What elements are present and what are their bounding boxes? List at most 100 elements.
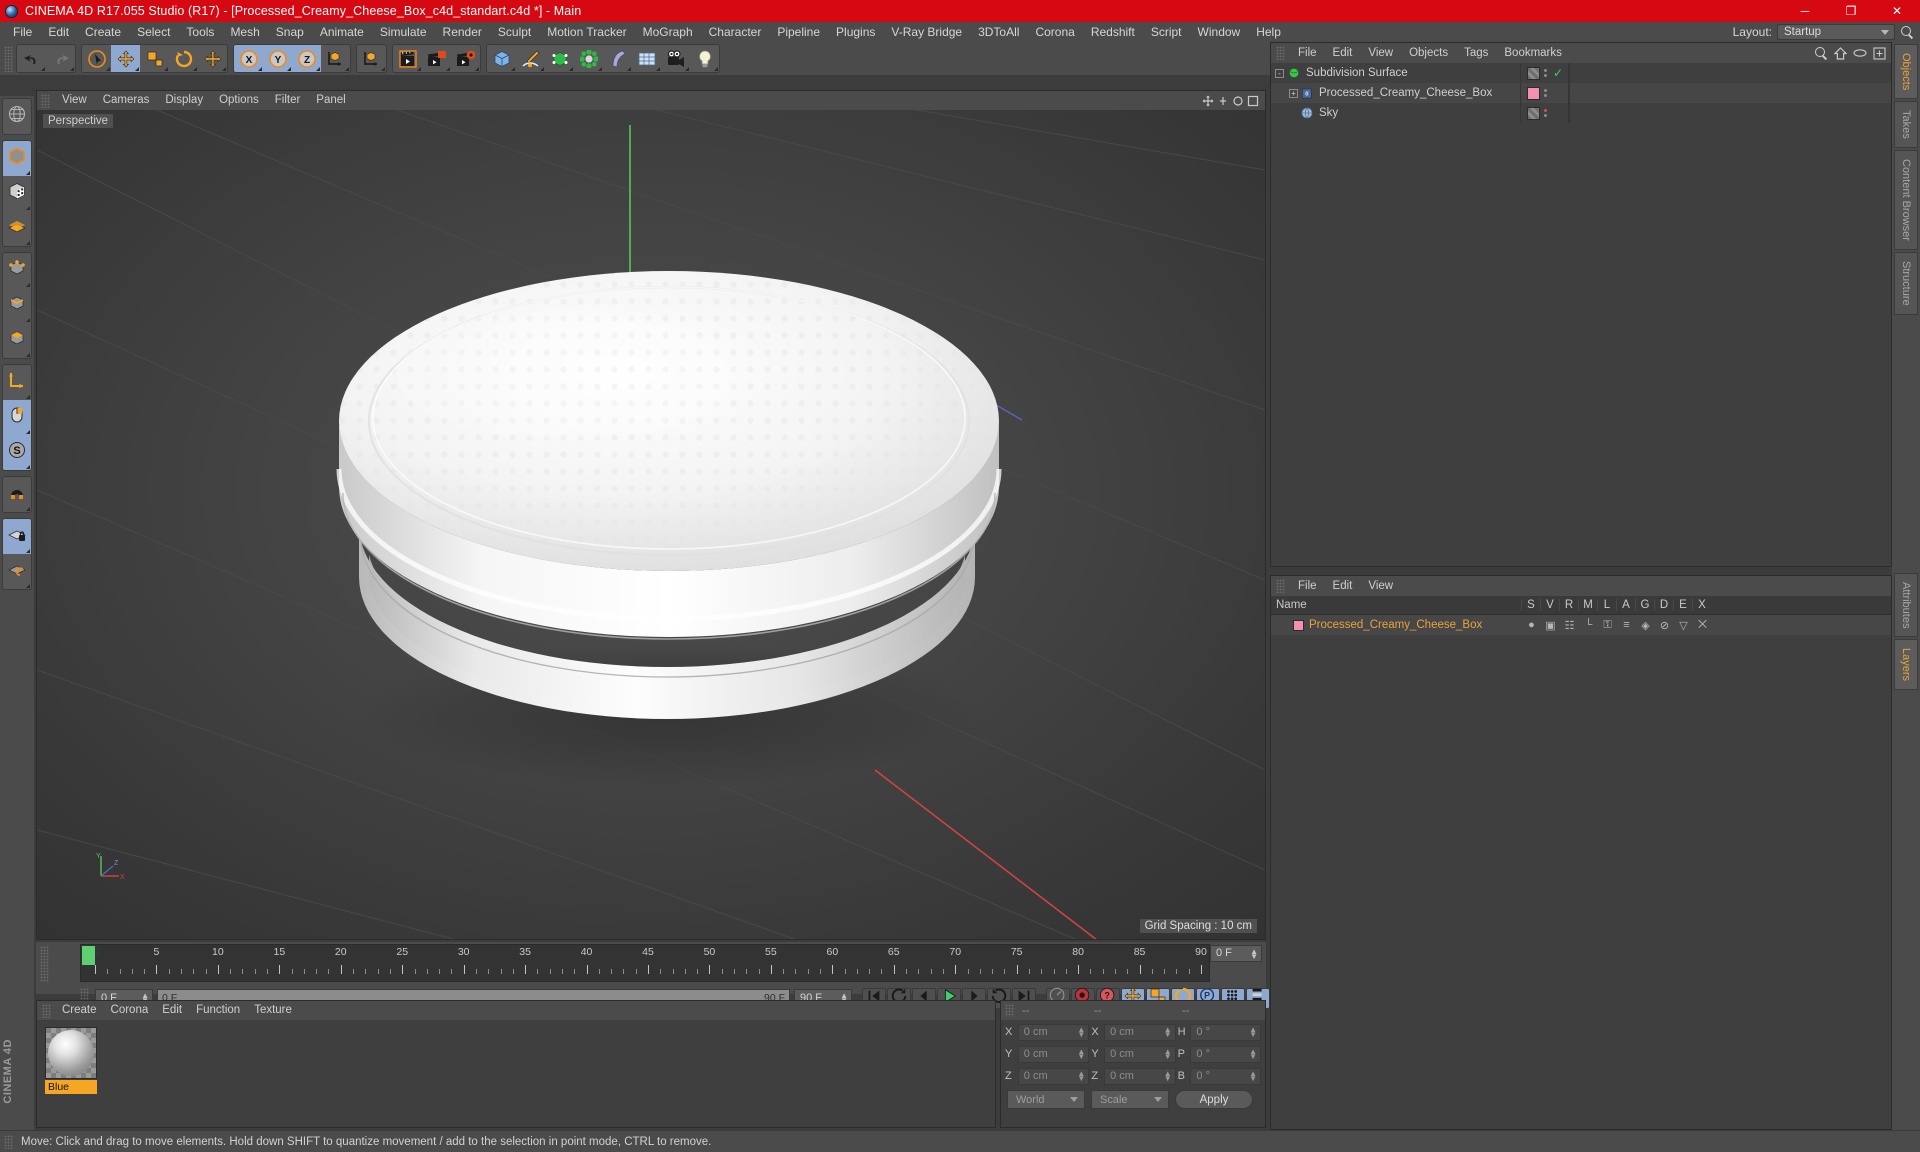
lock-icon[interactable]: ⚿ [1601, 619, 1614, 632]
layer-color-swatch[interactable] [1293, 619, 1304, 631]
viewport-menu-cameras[interactable]: Cameras [95, 91, 158, 110]
camera-button[interactable] [661, 45, 690, 72]
move-tool-button[interactable] [111, 45, 140, 72]
generator-icon[interactable]: ◈ [1639, 619, 1652, 632]
visibility-dots[interactable] [1544, 69, 1547, 77]
object-row[interactable]: +0 Processed_Creamy_Cheese_Box [1271, 83, 1891, 103]
polygon-mode-button[interactable] [3, 323, 31, 358]
object-menu-file[interactable]: File [1290, 43, 1325, 63]
menu-item-create[interactable]: Create [77, 22, 129, 42]
material-menu-grip[interactable] [42, 1003, 51, 1018]
viewport-menu-options[interactable]: Options [211, 91, 267, 110]
menu-item-animate[interactable]: Animate [312, 22, 372, 42]
menu-item-redshift[interactable]: Redshift [1083, 22, 1143, 42]
spinner-icon[interactable]: ▲▼ [1250, 948, 1258, 961]
viewport-menu-display[interactable]: Display [157, 91, 211, 110]
layer-row[interactable]: Processed_Creamy_Cheese_Box ● ▣ ☷ └ ⚿ ≡ ◈ ⊘ ▽ ⨉ [1271, 615, 1891, 635]
rotate-axis-icon[interactable] [1232, 95, 1244, 107]
visibility-dots[interactable] [1544, 89, 1547, 97]
object-axis-button[interactable] [3, 365, 31, 400]
array-button[interactable] [574, 45, 603, 72]
floor-environment-button[interactable] [632, 45, 661, 72]
material-menu-function[interactable]: Function [189, 1001, 247, 1020]
object-tag-swatch[interactable] [1527, 106, 1540, 120]
texture-mode-button[interactable] [3, 176, 31, 211]
expression-icon[interactable]: ▽ [1677, 619, 1690, 632]
object-menu-view[interactable]: View [1360, 43, 1401, 63]
search-icon[interactable] [1814, 46, 1828, 60]
render-settings-button[interactable] [451, 45, 480, 72]
scale-axis-icon[interactable] [1217, 95, 1229, 107]
menu-item-tools[interactable]: Tools [178, 22, 222, 42]
menu-item-motion-tracker[interactable]: Motion Tracker [539, 22, 634, 42]
workplane-lock-button[interactable] [3, 519, 31, 554]
object-row[interactable]: - Subdivision Surface ✓ [1271, 63, 1891, 83]
render-view-button[interactable] [393, 45, 422, 72]
status-grip[interactable] [4, 1134, 13, 1149]
material-name-label[interactable]: Blue [45, 1080, 97, 1094]
spinner-icon[interactable]: ▲▼ [1164, 1025, 1172, 1038]
axis-y-button[interactable]: Y [263, 45, 292, 72]
menu-item-plugins[interactable]: Plugins [828, 22, 883, 42]
spinner-icon[interactable]: ▲▼ [1077, 1047, 1085, 1060]
current-frame-field[interactable]: 0 F ▲ ▼ [1210, 945, 1262, 962]
expander-toggle-icon[interactable]: - [1275, 68, 1284, 78]
object-menu-bookmarks[interactable]: Bookmarks [1496, 43, 1570, 63]
light-button[interactable] [690, 45, 719, 72]
nurbs-button[interactable] [545, 45, 574, 72]
add-layer-icon[interactable] [1873, 46, 1886, 60]
render-icon[interactable]: ☷ [1563, 619, 1576, 632]
add-cube-button[interactable] [487, 45, 516, 72]
spinner-icon[interactable]: ▲▼ [1077, 1069, 1085, 1082]
menu-item-help[interactable]: Help [1248, 22, 1289, 42]
menu-item-window[interactable]: Window [1190, 22, 1249, 42]
menu-item-render[interactable]: Render [435, 22, 490, 42]
coordinate-mode-dropdown[interactable]: Scale [1091, 1090, 1169, 1109]
menu-item-file[interactable]: File [5, 22, 40, 42]
material-menu-edit[interactable]: Edit [155, 1001, 189, 1020]
position-y-field[interactable]: 0 cm ▲ ▼ [1017, 1045, 1090, 1063]
viewport-navigation-button[interactable] [3, 99, 31, 134]
menu-item-pipeline[interactable]: Pipeline [769, 22, 828, 42]
menu-item-select[interactable]: Select [129, 22, 178, 42]
material-menu-corona[interactable]: Corona [104, 1001, 156, 1020]
spinner-icon[interactable]: ▲▼ [1164, 1047, 1172, 1060]
material-menu-texture[interactable]: Texture [247, 1001, 299, 1020]
animation-icon[interactable]: ≡ [1620, 619, 1633, 631]
close-button[interactable]: ✕ [1874, 0, 1920, 22]
add-spline-button[interactable] [516, 45, 545, 72]
menu-item-edit[interactable]: Edit [40, 22, 77, 42]
scale-tool-button[interactable] [140, 45, 169, 72]
material-preview-blue[interactable] [45, 1027, 97, 1079]
spinner-icon[interactable]: ▲▼ [1077, 1025, 1085, 1038]
spinner-icon[interactable]: ▲▼ [1249, 1069, 1257, 1082]
toolbar-grip[interactable] [4, 45, 13, 72]
timeline-ruler[interactable]: 0 5 10 15 20 25 30 35 40 45 50 55 60 65 70 75 80 85 90 [80, 944, 1210, 982]
menu-item-3dtoall[interactable]: 3DToAll [970, 22, 1027, 42]
object-menu-objects[interactable]: Objects [1401, 43, 1456, 63]
viewport-menu-filter[interactable]: Filter [267, 91, 309, 110]
playhead[interactable] [82, 946, 95, 965]
layer-manager-grip[interactable] [1276, 579, 1285, 593]
position-x-field[interactable]: 0 cm ▲ ▼ [1017, 1023, 1090, 1041]
rotation-b-field[interactable]: 0 ° ▲ ▼ [1190, 1067, 1262, 1085]
size-x-field[interactable]: 0 cm ▲ ▼ [1104, 1023, 1176, 1041]
timeline-grip[interactable] [40, 946, 49, 982]
menu-item-character[interactable]: Character [701, 22, 770, 42]
xpresso-icon[interactable]: ⨉ [1696, 619, 1709, 632]
model-processed-creamy-cheese-box[interactable] [317, 225, 1017, 805]
tab-content-browser[interactable]: Content Browser [1894, 150, 1918, 250]
expander-toggle-icon[interactable]: + [1289, 88, 1298, 98]
world-object-axis-button[interactable] [321, 45, 350, 72]
rotation-h-field[interactable]: 0 ° ▲ ▼ [1190, 1023, 1262, 1041]
search-icon[interactable] [1900, 25, 1914, 39]
tab-attributes[interactable]: Attributes [1894, 572, 1918, 638]
undo-button[interactable] [17, 45, 46, 72]
viewport-menu-panel[interactable]: Panel [308, 91, 353, 110]
size-y-field[interactable]: 0 cm ▲ ▼ [1104, 1045, 1176, 1063]
spinner-icon[interactable]: ▲▼ [1164, 1069, 1172, 1082]
move-duplicate-button[interactable] [198, 45, 227, 72]
deformed-mode-button[interactable] [3, 211, 31, 246]
menu-item-sculpt[interactable]: Sculpt [490, 22, 539, 42]
magnet-button[interactable] [3, 477, 31, 512]
